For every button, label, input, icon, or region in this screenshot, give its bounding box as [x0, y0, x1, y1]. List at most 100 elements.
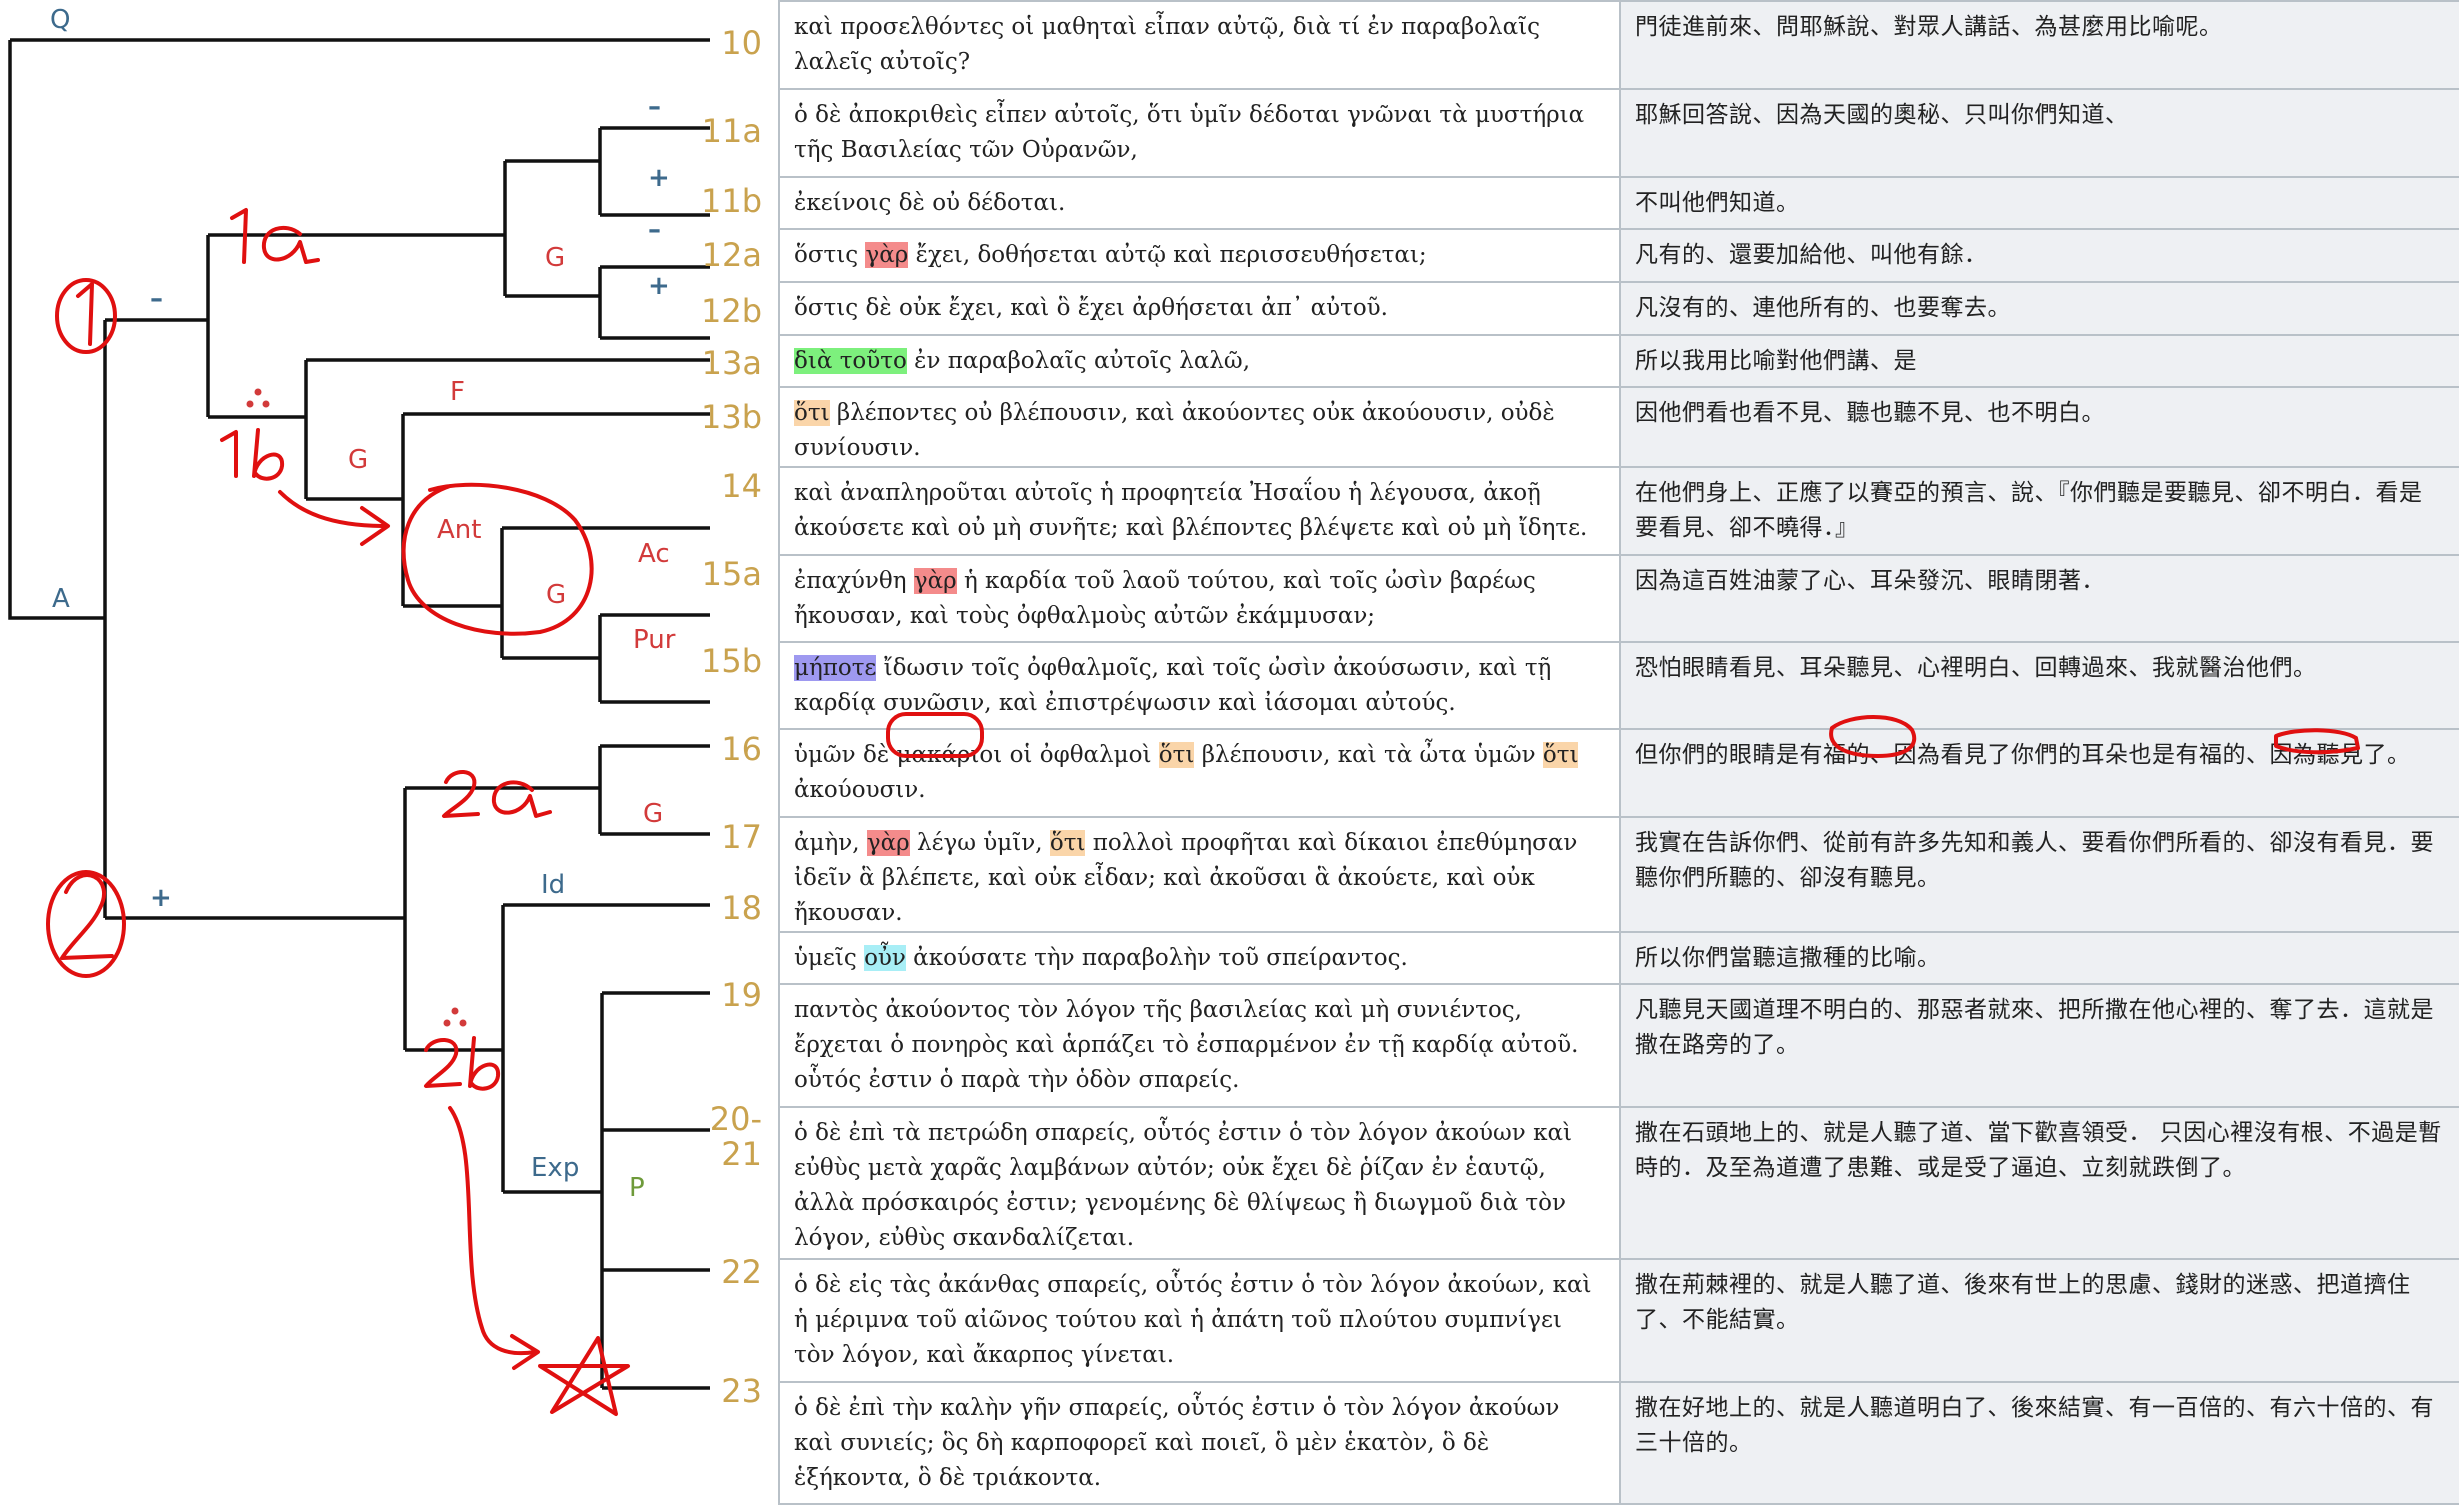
verse-row: ὁ δὲ ἐπὶ τὴν καλὴν γῆν σπαρείς, οὗτός ἐσ… [778, 1381, 2459, 1505]
verse-table: καὶ προσελθόντες οἱ μαθηταὶ εἶπαν αὐτῷ, … [778, 0, 2459, 1505]
greek-text: ἐκείνοις δὲ οὐ δέδοται. [794, 190, 1066, 216]
node-label-q: Q [50, 5, 70, 35]
chinese-text-cell: 但你們的眼睛是有福的、因為看見了你們的耳朵也是有福的、因為聽見了。 [1619, 728, 2459, 818]
verse-row: ὑμῶν δὲ μακάριοι οἱ ὀφθαλμοὶ ὅτι βλέπουσ… [778, 728, 2459, 818]
verse-number: 11a [702, 112, 762, 150]
verse-number: 15a [702, 555, 762, 593]
verse-row: ὅτι βλέποντες οὐ βλέπουσιν, καὶ ἀκούοντε… [778, 386, 2459, 468]
highlighted-word: διὰ τοῦτο [794, 348, 907, 374]
sign-minus-1: – [150, 284, 163, 314]
verse-number-20-21-b: 21 [721, 1135, 762, 1173]
therefore-dots-2b [443, 1007, 467, 1027]
node-label-exp: Exp [531, 1153, 579, 1183]
greek-text-cell: μήποτε ἴδωσιν τοῖς ὀφθαλμοῖς, καὶ τοῖς ὠ… [778, 641, 1621, 730]
verse-number: 22 [721, 1253, 762, 1291]
verse-row: ὁ δὲ ἐπὶ τὰ πετρώδη σπαρείς, οὗτός ἐστιν… [778, 1106, 2459, 1260]
verse-row: ὅστις δὲ οὐκ ἔχει, καὶ ὃ ἔχει ἀρθήσεται … [778, 281, 2459, 336]
verse-row: ἐκείνοις δὲ οὐ δέδοται. 不叫他們知道。 [778, 176, 2459, 230]
chinese-text-cell: 所以我用比喻對他們講、是 [1619, 334, 2459, 388]
greek-text-cell: ὁ δὲ ἐπὶ τὴν καλὴν γῆν σπαρείς, οὗτός ἐσ… [778, 1381, 1621, 1505]
verse-row: ἀμὴν, γὰρ λέγω ὑμῖν, ὅτι πολλοὶ προφῆται… [778, 816, 2459, 933]
greek-text: παντὸς ἀκούοντος τὸν λόγον τῆς βασιλείας… [794, 997, 1579, 1093]
greek-text: ἀκούσατε τὴν παραβολὴν τοῦ σπείραντος. [905, 945, 1408, 971]
verse-number: 16 [721, 730, 762, 768]
chinese-text-cell: 凡有的、還要加給他、叫他有餘． [1619, 228, 2459, 283]
chinese-text-cell: 不叫他們知道。 [1619, 176, 2459, 230]
greek-text: ὑμεῖς [794, 945, 865, 971]
greek-text: ὁ δὲ εἰς τὰς ἀκάνθας σπαρείς, οὗτός ἐστι… [794, 1272, 1592, 1368]
verse-number: 12a [702, 236, 762, 274]
verse-number: 10 [721, 24, 762, 62]
tree-branches [8, 38, 710, 1390]
highlighted-word: ὅτι [1049, 830, 1086, 856]
greek-text-cell: παντὸς ἀκούοντος τὸν λόγον τῆς βασιλείας… [778, 983, 1621, 1108]
chinese-text-cell: 凡聽見天國道理不明白的、那惡者就來、把所撒在他心裡的、奪了去．這就是撒在路旁的了… [1619, 983, 2459, 1108]
greek-text-cell: ἀμὴν, γὰρ λέγω ὑμῖν, ὅτι πολλοὶ προφῆται… [778, 816, 1621, 933]
greek-text: ὁ δὲ ἀποκριθεὶς εἶπεν αὐτοῖς, ὅτι ὑμῖν δ… [794, 102, 1585, 163]
sign-plus-11b: + [648, 163, 670, 193]
highlighted-word: γὰρ [866, 830, 910, 856]
highlighted-word: ὅτι [1158, 742, 1195, 768]
sign-minus-11a: – [648, 92, 661, 122]
verse-number: 17 [721, 818, 762, 856]
node-label-g-14: G [546, 580, 566, 610]
greek-text-cell: ὁ δὲ ἀποκριθεὶς εἶπεν αὐτοῖς, ὅτι ὑμῖν δ… [778, 88, 1621, 178]
node-label-a: A [52, 584, 70, 614]
node-label-p: P [629, 1173, 645, 1203]
greek-text: καὶ ἀναπληροῦται αὐτοῖς ἡ προφητεία Ἠσαΐ… [794, 480, 1588, 541]
verse-number: 18 [721, 889, 762, 927]
verse-number: 19 [721, 976, 762, 1014]
verse-row: διὰ τοῦτο ἐν παραβολαῖς αὐτοῖς λαλῶ, 所以我用… [778, 334, 2459, 388]
greek-text-cell: καὶ ἀναπληροῦται αὐτοῖς ἡ προφητεία Ἠσαΐ… [778, 466, 1621, 556]
greek-text-cell: ὑμεῖς οὖν ἀκούσατε τὴν παραβολὴν τοῦ σπε… [778, 931, 1621, 985]
verse-number: 12b [701, 292, 762, 330]
chinese-text-cell: 門徒進前來、問耶穌說、對眾人講話、為甚麼用比喻呢。 [1619, 0, 2459, 90]
chinese-text-cell: 因他們看也看不見、聽也聽不見、也不明白。 [1619, 386, 2459, 468]
greek-text-cell: ὁ δὲ ἐπὶ τὰ πετρώδη σπαρείς, οὗτός ἐστιν… [778, 1106, 1621, 1260]
sign-minus-12a: – [648, 215, 661, 245]
greek-text: βλέποντες οὐ βλέπουσιν, καὶ ἀκούοντες οὐ… [794, 400, 1555, 461]
verse-row: καὶ ἀναπληροῦται αὐτοῖς ἡ προφητεία Ἠσαΐ… [778, 466, 2459, 556]
node-label-g-16: G [643, 799, 663, 829]
greek-text-cell: ὅστις δὲ οὐκ ἔχει, καὶ ὃ ἔχει ἀρθήσεται … [778, 281, 1621, 336]
verse-row: μήποτε ἴδωσιν τοῖς ὀφθαλμοῖς, καὶ τοῖς ὠ… [778, 641, 2459, 730]
greek-text-cell: ὅστις γὰρ ἔχει, δοθήσεται αὐτῷ καὶ περισ… [778, 228, 1621, 283]
therefore-dots-1b [246, 388, 270, 408]
sign-plus-2: + [150, 883, 172, 913]
greek-text: ἴδωσιν τοῖς ὀφθαλμοῖς, καὶ τοῖς ὠσὶν ἀκο… [794, 655, 1552, 716]
greek-text: ὁ δὲ ἐπὶ τὴν καλὴν γῆν σπαρείς, οὗτός ἐσ… [794, 1395, 1560, 1491]
greek-text-cell: διὰ τοῦτο ἐν παραβολαῖς αὐτοῖς λαλῶ, [778, 334, 1621, 388]
chinese-text-cell: 耶穌回答說、因為天國的奧秘、只叫你們知道、 [1619, 88, 2459, 178]
greek-text: ἐν παραβολαῖς αὐτοῖς λαλῶ, [906, 348, 1251, 374]
greek-text-cell: ἐκείνοις δὲ οὐ δέδοται. [778, 176, 1621, 230]
greek-text: ὅστις [794, 242, 866, 268]
verse-number: 23 [721, 1372, 762, 1410]
greek-text: καὶ προσελθόντες οἱ μαθηταὶ εἶπαν αὐτῷ, … [794, 14, 1541, 75]
node-label-pur: Pur [633, 625, 676, 655]
chinese-text-cell: 撒在好地上的、就是人聽道明白了、後來結實、有一百倍的、有六十倍的、有三十倍的。 [1619, 1381, 2459, 1505]
node-label-id: Id [541, 870, 565, 900]
verse-row: παντὸς ἀκούοντος τὸν λόγον τῆς βασιλείας… [778, 983, 2459, 1108]
node-label-g-13: G [348, 445, 368, 475]
sign-plus-12b: + [648, 271, 670, 301]
verse-number: 14 [721, 467, 762, 505]
chinese-text-cell: 我實在告訴你們、從前有許多先知和義人、要看你們所看的、卻沒有看見．要聽你們所聽的… [1619, 816, 2459, 933]
verse-row: ὑμεῖς οὖν ἀκούσατε τὴν παραβολὴν τοῦ σπε… [778, 931, 2459, 985]
chinese-text-cell: 恐怕眼睛看見、耳朵聽見、心裡明白、回轉過來、我就醫治他們。 [1619, 641, 2459, 730]
node-label-ac: Ac [638, 539, 670, 569]
highlighted-word: ὅτι [1542, 742, 1579, 768]
verse-row: ὅστις γὰρ ἔχει, δοθήσεται αὐτῷ καὶ περισ… [778, 228, 2459, 283]
verse-row: ὁ δὲ εἰς τὰς ἀκάνθας σπαρείς, οὗτός ἐστι… [778, 1258, 2459, 1383]
verse-number: 15b [701, 642, 762, 680]
discourse-tree: Q A – + – + – + G F G Ant G Ac Pur G Id … [8, 5, 762, 1410]
greek-text-cell: ἐπαχύνθη γὰρ ἡ καρδία τοῦ λαοῦ τούτου, κ… [778, 554, 1621, 643]
chinese-text-cell: 在他們身上、正應了以賽亞的預言、說、『你們聽是要聽見、卻不明白．看是要看見、卻不… [1619, 466, 2459, 556]
greek-text-cell: ὑμῶν δὲ μακάριοι οἱ ὀφθαλμοὶ ὅτι βλέπουσ… [778, 728, 1621, 818]
chinese-text-cell: 所以你們當聽這撒種的比喻。 [1619, 931, 2459, 985]
chinese-text-cell: 凡沒有的、連他所有的、也要奪去。 [1619, 281, 2459, 336]
verse-number-column: 10 11a 11b 12a 12b 13a 13b 14 15a 15b 16… [701, 24, 762, 1410]
chinese-text-cell: 因為這百姓油蒙了心、耳朵發沉、眼睛閉著． [1619, 554, 2459, 643]
greek-text: λέγω ὑμῖν, [909, 830, 1050, 856]
greek-text: ἐπαχύνθη [794, 568, 914, 594]
node-label-f: F [450, 377, 465, 407]
